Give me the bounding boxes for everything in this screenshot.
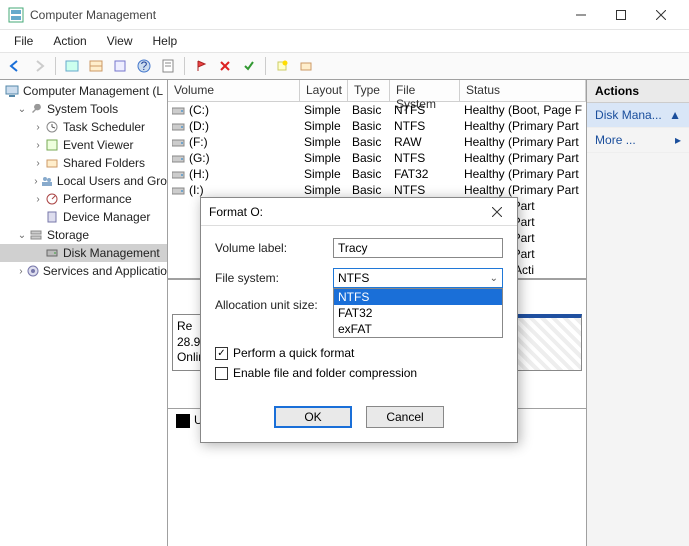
- disk-icon: [44, 245, 60, 261]
- delete-icon[interactable]: [214, 55, 236, 77]
- services-icon: [26, 263, 40, 279]
- table-row[interactable]: (I:)SimpleBasicNTFSHealthy (Primary Part: [168, 182, 586, 198]
- actions-header: Actions: [587, 80, 689, 103]
- file-system-label: File system:: [215, 271, 333, 285]
- tree-storage[interactable]: ⌄Storage: [0, 226, 167, 244]
- folder-icon[interactable]: [295, 55, 317, 77]
- cancel-button[interactable]: Cancel: [366, 406, 444, 428]
- fs-option-ntfs[interactable]: NTFS: [334, 289, 502, 305]
- compression-label: Enable file and folder compression: [233, 366, 417, 380]
- tree-services[interactable]: ›Services and Applicatio: [0, 262, 167, 280]
- storage-icon: [28, 227, 44, 243]
- actions-item-disk[interactable]: Disk Mana...▲: [587, 103, 689, 128]
- chevron-right-icon[interactable]: ›: [32, 140, 44, 151]
- properties-icon[interactable]: [157, 55, 179, 77]
- chevron-right-icon[interactable]: ›: [16, 266, 26, 277]
- actions-pane: Actions Disk Mana...▲ More ...▸: [587, 80, 689, 546]
- window-title: Computer Management: [30, 8, 561, 22]
- tree-system-tools[interactable]: ⌄ System Tools: [0, 100, 167, 118]
- wrench-icon: [28, 101, 44, 117]
- close-button[interactable]: [641, 1, 681, 29]
- tree-shared-folders[interactable]: ›Shared Folders: [0, 154, 167, 172]
- col-status[interactable]: Status: [460, 80, 586, 101]
- menu-action[interactable]: Action: [43, 32, 96, 50]
- maximize-button[interactable]: [601, 1, 641, 29]
- dialog-close-button[interactable]: [485, 202, 509, 222]
- ok-button[interactable]: OK: [274, 406, 352, 428]
- tool-flag-icon[interactable]: [190, 55, 212, 77]
- chevron-down-icon[interactable]: ⌄: [16, 230, 28, 241]
- users-icon: [40, 173, 54, 189]
- volume-label-label: Volume label:: [215, 241, 333, 255]
- check-icon[interactable]: [238, 55, 260, 77]
- col-filesystem[interactable]: File System: [390, 80, 460, 101]
- compression-checkbox[interactable]: [215, 367, 228, 380]
- clock-icon: [44, 119, 60, 135]
- menu-file[interactable]: File: [4, 32, 43, 50]
- triangle-right-icon: ▸: [675, 133, 681, 147]
- tree-event-viewer[interactable]: ›Event Viewer: [0, 136, 167, 154]
- tree-root[interactable]: Computer Management (L: [0, 82, 167, 100]
- allocation-unit-label: Allocation unit size:: [215, 298, 333, 312]
- device-icon: [44, 209, 60, 225]
- tool-icon-2[interactable]: [85, 55, 107, 77]
- event-icon: [44, 137, 60, 153]
- app-icon: [8, 7, 24, 23]
- table-row[interactable]: (F:)SimpleBasicRAWHealthy (Primary Part: [168, 134, 586, 150]
- menu-view[interactable]: View: [97, 32, 143, 50]
- file-system-combo[interactable]: NTFS ⌄ NTFS FAT32 exFAT: [333, 268, 503, 288]
- folder-share-icon: [44, 155, 60, 171]
- grid-header: Volume Layout Type File System Status: [168, 80, 586, 102]
- title-bar: Computer Management: [0, 0, 689, 30]
- volume-label-input[interactable]: [333, 238, 503, 258]
- chevron-right-icon[interactable]: ›: [32, 176, 40, 187]
- col-volume[interactable]: Volume: [168, 80, 300, 101]
- format-dialog: Format O: Volume label: File system: NTF…: [200, 197, 518, 443]
- fs-option-fat32[interactable]: FAT32: [334, 305, 502, 321]
- table-row[interactable]: (G:)SimpleBasicNTFSHealthy (Primary Part: [168, 150, 586, 166]
- tree-pane[interactable]: Computer Management (L ⌄ System Tools ›T…: [0, 80, 168, 546]
- svg-text:?: ?: [141, 59, 148, 73]
- menu-help[interactable]: Help: [143, 32, 188, 50]
- chevron-down-icon: ⌄: [490, 273, 498, 284]
- menu-bar: File Action View Help: [0, 30, 689, 52]
- chevron-right-icon[interactable]: ›: [32, 194, 44, 205]
- dialog-title-bar[interactable]: Format O:: [201, 198, 517, 226]
- table-row[interactable]: (D:)SimpleBasicNTFSHealthy (Primary Part: [168, 118, 586, 134]
- tree-performance[interactable]: ›Performance: [0, 190, 167, 208]
- actions-item-more[interactable]: More ...▸: [587, 128, 689, 153]
- back-button[interactable]: [4, 55, 26, 77]
- new-icon[interactable]: [271, 55, 293, 77]
- chevron-right-icon[interactable]: ›: [32, 122, 44, 133]
- performance-icon: [44, 191, 60, 207]
- tree-device-manager[interactable]: Device Manager: [0, 208, 167, 226]
- quick-format-checkbox[interactable]: ✓: [215, 347, 228, 360]
- minimize-button[interactable]: [561, 1, 601, 29]
- fs-option-exfat[interactable]: exFAT: [334, 321, 502, 337]
- chevron-right-icon[interactable]: ›: [32, 158, 44, 169]
- triangle-up-icon: ▲: [669, 108, 681, 122]
- tree-local-users[interactable]: ›Local Users and Gro: [0, 172, 167, 190]
- col-type[interactable]: Type: [348, 80, 390, 101]
- chevron-down-icon[interactable]: ⌄: [16, 104, 28, 115]
- help-icon[interactable]: ?: [133, 55, 155, 77]
- forward-button[interactable]: [28, 55, 50, 77]
- tool-icon-1[interactable]: [61, 55, 83, 77]
- file-system-dropdown[interactable]: NTFS FAT32 exFAT: [333, 288, 503, 338]
- dialog-title: Format O:: [209, 205, 485, 219]
- quick-format-label: Perform a quick format: [233, 346, 354, 360]
- tool-icon-3[interactable]: [109, 55, 131, 77]
- toolbar: ?: [0, 52, 689, 80]
- file-system-value: NTFS: [338, 271, 369, 285]
- tree-task-scheduler[interactable]: ›Task Scheduler: [0, 118, 167, 136]
- table-row[interactable]: (H:)SimpleBasicFAT32Healthy (Primary Par…: [168, 166, 586, 182]
- legend-swatch-unallocated: [176, 414, 190, 428]
- table-row[interactable]: (C:)SimpleBasicNTFSHealthy (Boot, Page F: [168, 102, 586, 118]
- col-layout[interactable]: Layout: [300, 80, 348, 101]
- computer-icon: [4, 83, 20, 99]
- tree-disk-management[interactable]: Disk Management: [0, 244, 167, 262]
